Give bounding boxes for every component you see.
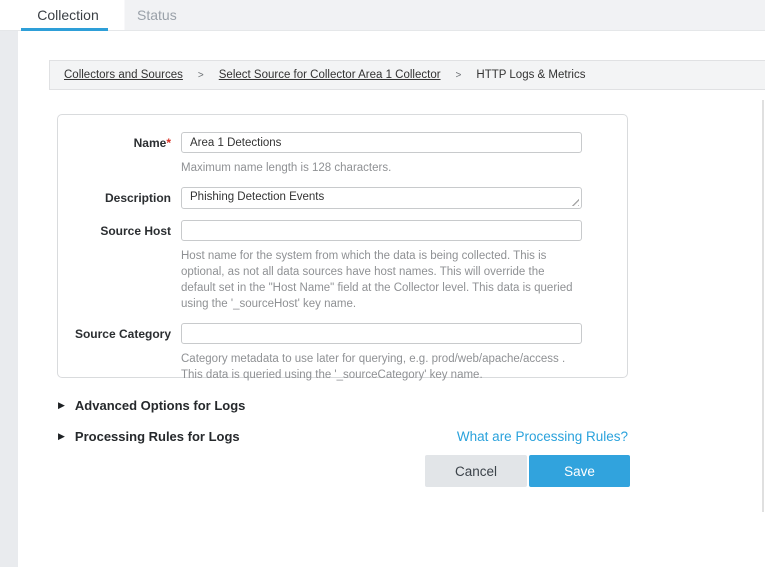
tab-collection-label: Collection xyxy=(37,7,98,23)
tab-bar: Collection Status xyxy=(0,0,765,31)
source-host-help-text: Host name for the system from which the … xyxy=(181,248,582,312)
source-category-input[interactable] xyxy=(181,323,582,344)
description-field-row: Description Phishing Detection Events xyxy=(58,187,627,209)
breadcrumb-collectors-and-sources[interactable]: Collectors and Sources xyxy=(64,69,183,81)
breadcrumb-separator: > xyxy=(456,70,462,81)
advanced-options-toggle[interactable]: ▶ Advanced Options for Logs xyxy=(58,398,245,413)
required-asterisk: * xyxy=(166,136,171,150)
breadcrumb-current-page: HTTP Logs & Metrics xyxy=(476,69,585,81)
tab-status-label: Status xyxy=(137,7,177,23)
name-label: Name* xyxy=(58,132,171,176)
name-input[interactable] xyxy=(181,132,582,153)
source-category-field-row: Source Category Category metadata to use… xyxy=(58,323,627,383)
processing-rules-toggle[interactable]: ▶ Processing Rules for Logs xyxy=(58,429,240,444)
source-config-card: Name* Maximum name length is 128 charact… xyxy=(57,114,628,378)
tab-status[interactable]: Status xyxy=(135,0,179,30)
left-gutter xyxy=(0,31,18,567)
breadcrumb-separator: > xyxy=(198,70,204,81)
source-category-label: Source Category xyxy=(58,323,171,383)
source-host-input[interactable] xyxy=(181,220,582,241)
source-host-field-row: Source Host Host name for the system fro… xyxy=(58,220,627,312)
breadcrumb: Collectors and Sources > Select Source f… xyxy=(49,60,765,90)
processing-rules-help-link[interactable]: What are Processing Rules? xyxy=(457,429,628,444)
source-category-help-text: Category metadata to use later for query… xyxy=(181,351,582,383)
collapsed-caret-icon: ▶ xyxy=(58,429,65,444)
right-edge-divider xyxy=(762,100,764,512)
active-tab-indicator xyxy=(21,28,108,31)
source-editor-screen: Collection Status Collectors and Sources… xyxy=(0,0,765,567)
tab-collection[interactable]: Collection xyxy=(18,0,118,30)
advanced-options-label: Advanced Options for Logs xyxy=(75,398,245,413)
name-help-text: Maximum name length is 128 characters. xyxy=(181,160,582,176)
cancel-button[interactable]: Cancel xyxy=(425,455,527,487)
description-label: Description xyxy=(58,187,171,209)
save-button[interactable]: Save xyxy=(529,455,630,487)
breadcrumb-select-source[interactable]: Select Source for Collector Area 1 Colle… xyxy=(219,69,441,81)
description-input[interactable]: Phishing Detection Events xyxy=(181,187,582,209)
source-host-label: Source Host xyxy=(58,220,171,312)
name-field-row: Name* Maximum name length is 128 charact… xyxy=(58,132,627,176)
processing-rules-label: Processing Rules for Logs xyxy=(75,429,240,444)
collapsed-caret-icon: ▶ xyxy=(58,398,65,413)
